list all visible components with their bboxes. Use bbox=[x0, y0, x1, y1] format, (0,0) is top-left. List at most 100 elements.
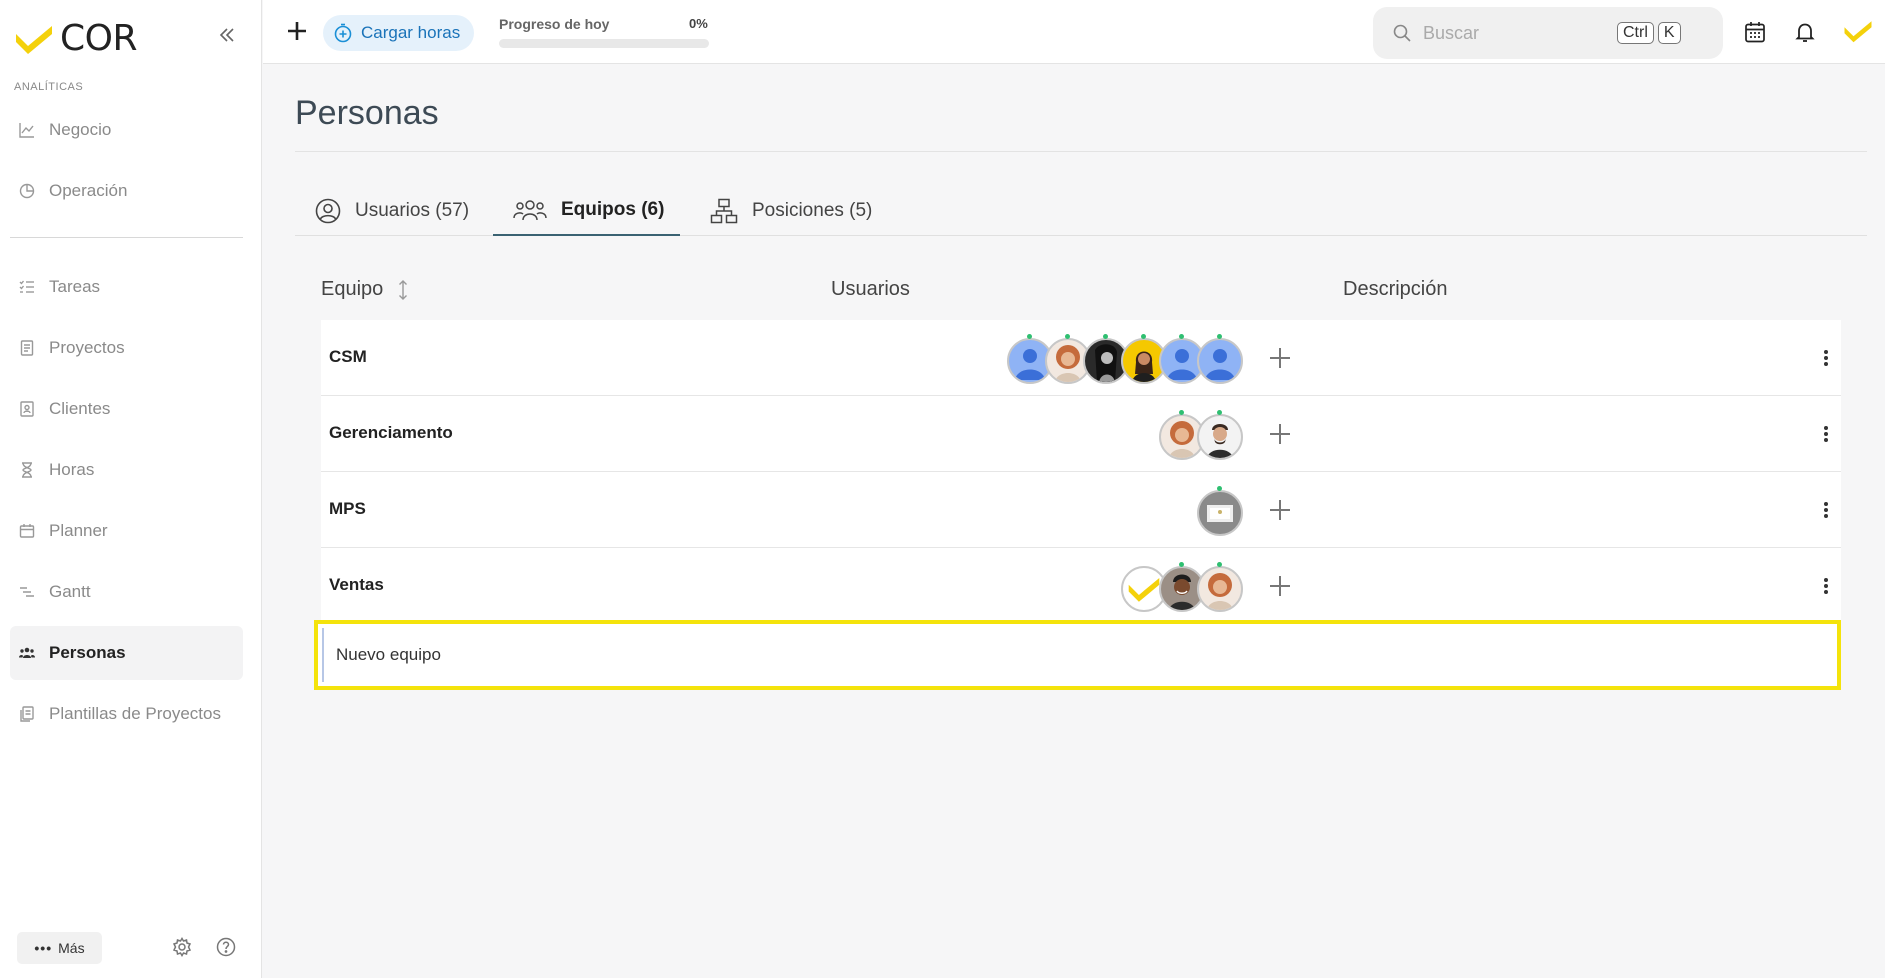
top-bar: Cargar horas Progreso de hoy 0% Ctrl K bbox=[263, 0, 1885, 64]
sidebar-item-negocio[interactable]: Negocio bbox=[10, 103, 243, 157]
add-icon[interactable] bbox=[283, 17, 311, 45]
sidebar-item-label: Proyectos bbox=[49, 338, 125, 357]
team-avatars bbox=[1007, 334, 1243, 384]
sidebar: COR ANALÍTICAS Negocio Operación Tareas … bbox=[0, 0, 262, 978]
online-status-dot bbox=[1141, 334, 1146, 339]
sidebar-item-label: Horas bbox=[49, 460, 95, 479]
brand-name: COR bbox=[60, 18, 138, 59]
more-vertical-icon[interactable] bbox=[1816, 344, 1836, 372]
gantt-icon bbox=[19, 584, 39, 600]
page-title: Personas bbox=[295, 94, 439, 132]
team-name[interactable]: Ventas bbox=[329, 575, 384, 595]
notification-bell-icon[interactable] bbox=[1793, 20, 1817, 44]
column-header-equipo[interactable]: Equipo bbox=[321, 278, 409, 301]
more-vertical-icon[interactable] bbox=[1816, 572, 1836, 600]
team-avatars bbox=[1159, 410, 1243, 460]
progress-label: Progreso de hoy bbox=[499, 16, 610, 32]
avatar[interactable] bbox=[1197, 334, 1243, 384]
load-hours-button[interactable]: Cargar horas bbox=[323, 15, 475, 51]
sidebar-item-label: Personas bbox=[49, 643, 126, 662]
avatar[interactable] bbox=[1159, 562, 1205, 612]
avatar[interactable] bbox=[1159, 334, 1205, 384]
sidebar-item-label: Plantillas de Proyectos bbox=[49, 704, 221, 723]
user-avatar-logo-icon[interactable] bbox=[1843, 18, 1873, 46]
online-status-dot bbox=[1065, 334, 1070, 339]
calendar-icon[interactable] bbox=[1743, 20, 1767, 44]
search-box[interactable]: Ctrl K bbox=[1373, 7, 1723, 59]
line-chart-icon bbox=[19, 122, 39, 138]
sidebar-item-horas[interactable]: Horas bbox=[10, 443, 243, 497]
section-label-analytics: ANALÍTICAS bbox=[14, 81, 84, 93]
online-status-dot bbox=[1179, 410, 1184, 415]
search-input[interactable] bbox=[1423, 22, 1613, 44]
shortcut-k-key: K bbox=[1657, 22, 1681, 44]
online-status-dot bbox=[1217, 486, 1222, 491]
sidebar-item-label: Tareas bbox=[49, 277, 101, 296]
online-status-dot bbox=[1027, 334, 1032, 339]
column-header-label: Usuarios bbox=[831, 278, 910, 300]
new-team-input[interactable] bbox=[322, 628, 1833, 682]
add-user-icon[interactable] bbox=[1266, 496, 1294, 524]
column-header-usuarios: Usuarios bbox=[831, 278, 910, 301]
sidebar-item-label: Operación bbox=[49, 181, 128, 200]
search-icon bbox=[1393, 24, 1411, 42]
org-chart-icon bbox=[710, 198, 738, 224]
avatar[interactable] bbox=[1197, 410, 1243, 460]
sort-icon[interactable] bbox=[397, 279, 409, 301]
sidebar-item-proyectos[interactable]: Proyectos bbox=[10, 321, 243, 375]
avatar[interactable] bbox=[1121, 334, 1167, 384]
table-row[interactable]: Ventas bbox=[321, 548, 1841, 624]
more-button[interactable]: ••• Más bbox=[17, 932, 102, 964]
people-icon bbox=[19, 645, 39, 661]
avatar[interactable] bbox=[1007, 334, 1053, 384]
sidebar-item-label: Clientes bbox=[49, 399, 111, 418]
gear-icon[interactable] bbox=[172, 937, 194, 959]
avatar[interactable] bbox=[1121, 562, 1167, 612]
shortcut-ctrl-key: Ctrl bbox=[1617, 22, 1654, 44]
sidebar-item-label: Planner bbox=[49, 521, 108, 540]
sidebar-item-gantt[interactable]: Gantt bbox=[10, 565, 243, 619]
collapse-sidebar-icon[interactable] bbox=[216, 24, 238, 46]
sidebar-item-personas[interactable]: Personas bbox=[10, 626, 243, 680]
team-name[interactable]: CSM bbox=[329, 347, 367, 367]
table-row[interactable]: Gerenciamento bbox=[321, 396, 1841, 472]
cor-checkmark-logo-icon bbox=[14, 24, 54, 54]
sidebar-item-plantillas[interactable]: Plantillas de Proyectos bbox=[10, 687, 243, 741]
team-name[interactable]: MPS bbox=[329, 499, 366, 519]
team-avatars bbox=[1121, 562, 1243, 612]
tab-equipos[interactable]: Equipos (6) bbox=[493, 186, 680, 236]
avatar[interactable] bbox=[1045, 334, 1091, 384]
add-user-icon[interactable] bbox=[1266, 572, 1294, 600]
online-status-dot bbox=[1217, 410, 1222, 415]
more-dots-icon: ••• bbox=[34, 940, 53, 956]
add-user-icon[interactable] bbox=[1266, 420, 1294, 448]
avatar[interactable] bbox=[1159, 410, 1205, 460]
sidebar-item-clientes[interactable]: Clientes bbox=[10, 382, 243, 436]
help-icon[interactable] bbox=[216, 937, 238, 959]
tab-usuarios[interactable]: Usuarios (57) bbox=[315, 186, 469, 236]
team-name[interactable]: Gerenciamento bbox=[329, 423, 453, 443]
new-team-field-wrapper bbox=[314, 620, 1841, 690]
avatar[interactable] bbox=[1197, 486, 1243, 536]
more-vertical-icon[interactable] bbox=[1816, 420, 1836, 448]
hourglass-icon bbox=[19, 462, 39, 478]
online-status-dot bbox=[1217, 562, 1222, 567]
pie-chart-icon bbox=[19, 183, 39, 199]
table-row[interactable]: MPS bbox=[321, 472, 1841, 548]
avatar[interactable] bbox=[1197, 562, 1243, 612]
brand-logo[interactable]: COR bbox=[14, 18, 138, 59]
more-vertical-icon[interactable] bbox=[1816, 496, 1836, 524]
team-avatars bbox=[1197, 486, 1243, 536]
more-label: Más bbox=[58, 940, 85, 956]
avatar[interactable] bbox=[1083, 334, 1129, 384]
table-row[interactable]: CSM bbox=[321, 320, 1841, 396]
online-status-dot bbox=[1179, 334, 1184, 339]
document-icon bbox=[19, 340, 39, 356]
sidebar-item-tareas[interactable]: Tareas bbox=[10, 260, 243, 314]
table-header: Equipo Usuarios Descripción bbox=[321, 278, 1841, 302]
sidebar-item-planner[interactable]: Planner bbox=[10, 504, 243, 558]
add-user-icon[interactable] bbox=[1266, 344, 1294, 372]
tab-posiciones[interactable]: Posiciones (5) bbox=[710, 186, 872, 236]
sidebar-item-operacion[interactable]: Operación bbox=[10, 164, 243, 218]
task-list-icon bbox=[19, 279, 39, 295]
